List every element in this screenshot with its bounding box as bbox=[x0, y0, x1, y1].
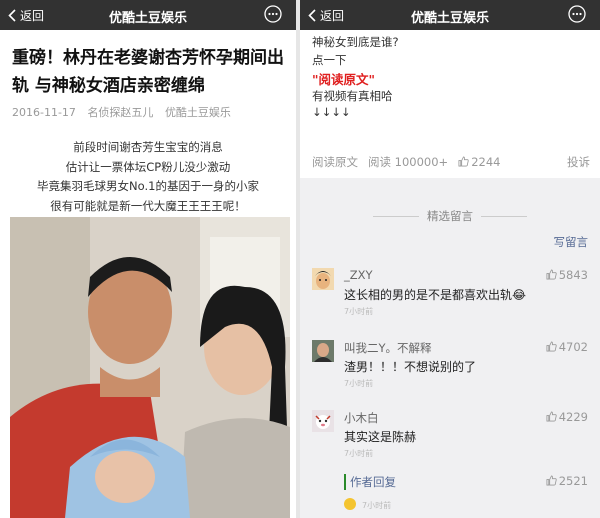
emoji-icon bbox=[344, 498, 356, 510]
comment-like-button[interactable]: 5843 bbox=[546, 268, 588, 282]
intro-line: 毕竟集羽毛球男女No.1的基因于一身的小家 bbox=[37, 179, 259, 193]
intro-line: 估计让一票体坛CP粉儿没少激动 bbox=[65, 159, 231, 174]
avatar[interactable] bbox=[312, 268, 334, 290]
author-reply-label: 作者回复 bbox=[344, 474, 396, 490]
comment-author: _ZXY bbox=[344, 268, 373, 282]
comment-item: 小木白 4229 其实这是陈赫 7小时前 bbox=[300, 410, 600, 470]
thumbs-up-icon bbox=[546, 411, 557, 422]
comment-author: 小木白 bbox=[344, 411, 379, 425]
comment-text: 其实这是陈赫 bbox=[344, 430, 417, 444]
write-comment-link[interactable]: 写留言 bbox=[554, 234, 589, 250]
thumbs-up-icon bbox=[458, 156, 469, 167]
article-meta: 2016-11-17 名侦探赵五儿 优酷土豆娱乐 bbox=[12, 104, 239, 120]
author-reply-like-count: 2521 bbox=[558, 474, 588, 488]
down-arrows: ↓↓↓↓ bbox=[312, 105, 351, 119]
comment-like-count: 4702 bbox=[558, 340, 588, 354]
report-link[interactable]: 投诉 bbox=[567, 154, 590, 170]
like-button[interactable]: 2244 bbox=[458, 155, 510, 169]
thumbs-up-icon bbox=[546, 269, 557, 280]
tail-line: 点一下 bbox=[312, 53, 347, 67]
more-options-icon[interactable] bbox=[264, 5, 282, 23]
comment-text: 这长相的男的是不是都喜欢出轨😂 bbox=[344, 288, 527, 302]
tail-line: 神秘女到底是谁? bbox=[312, 35, 399, 49]
comments-pane: 返回 优酷土豆娱乐 神秘女到底是谁? 点一下 "阅读原文" 有视频有真相哈 ↓↓… bbox=[300, 0, 600, 518]
intro-line: 前段时间谢杏芳生宝宝的消息 bbox=[73, 140, 223, 154]
comment-item: 叫我二Y。不解释 4702 渣男！！！不想说别的了 7小时前 bbox=[300, 340, 600, 400]
comment-time: 7小时前 bbox=[344, 307, 374, 316]
nav-title: 优酷土豆娱乐 bbox=[410, 11, 489, 26]
intro-line: 很有可能就是新一代大魔王王王王呢！ bbox=[50, 198, 246, 213]
read-original-highlight: "阅读原文" bbox=[312, 72, 376, 87]
comment-time: 7小时前 bbox=[344, 449, 374, 458]
avatar[interactable] bbox=[312, 340, 334, 362]
top-navbar: 返回 优酷土豆娱乐 bbox=[0, 0, 296, 30]
read-original-link[interactable]: 阅读原文 bbox=[312, 154, 358, 170]
comment-item: _ZXY 5843 这长相的男的是不是都喜欢出轨😂 7小时前 bbox=[300, 268, 600, 328]
article-author: 名侦探赵五儿 bbox=[87, 106, 154, 119]
article-tail: 神秘女到底是谁? 点一下 "阅读原文" 有视频有真相哈 ↓↓↓↓ 阅读原文 阅读… bbox=[300, 30, 600, 178]
more-options-icon[interactable] bbox=[568, 5, 586, 23]
avatar[interactable] bbox=[312, 410, 334, 432]
tail-line: 有视频有真相哈 bbox=[312, 89, 393, 103]
comment-like-button[interactable]: 4229 bbox=[546, 410, 588, 424]
article-date: 2016-11-17 bbox=[12, 106, 76, 119]
article-account-link[interactable]: 优酷土豆娱乐 bbox=[165, 106, 231, 119]
nav-title: 优酷土豆娱乐 bbox=[108, 11, 187, 26]
like-count: 2244 bbox=[471, 155, 501, 169]
thumbs-up-icon bbox=[546, 341, 557, 352]
article-stats: 阅读原文 阅读 100000+ 2244 bbox=[312, 154, 520, 170]
thumbs-up-icon bbox=[546, 475, 557, 486]
comments-header: 精选留言 bbox=[300, 208, 600, 224]
author-reply-like-button[interactable]: 2521 bbox=[546, 474, 588, 488]
top-navbar: 返回 优酷土豆娱乐 bbox=[300, 0, 600, 30]
article-pane: 返回 优酷土豆娱乐 重磅！林丹在老婆谢杏芳怀孕期间出轨 与神秘女酒店亲密缠绵 2… bbox=[0, 0, 296, 518]
article-intro: 前段时间谢杏芳生宝宝的消息 估计让一票体坛CP粉儿没少激动 毕竟集羽毛球男女No… bbox=[0, 138, 296, 216]
comment-like-count: 5843 bbox=[558, 268, 588, 282]
comment-like-count: 4229 bbox=[558, 410, 588, 424]
article-photo bbox=[10, 217, 290, 518]
author-reply-time: 7小时前 bbox=[362, 501, 392, 510]
comment-author: 叫我二Y。不解释 bbox=[344, 341, 432, 355]
read-count: 阅读 100000+ bbox=[368, 155, 449, 169]
comment-time: 7小时前 bbox=[344, 379, 374, 388]
comment-text: 渣男！！！不想说别的了 bbox=[344, 360, 477, 374]
article-title: 重磅！林丹在老婆谢杏芳怀孕期间出轨 与神秘女酒店亲密缠绵 bbox=[12, 48, 284, 96]
comment-like-button[interactable]: 4702 bbox=[546, 340, 588, 354]
